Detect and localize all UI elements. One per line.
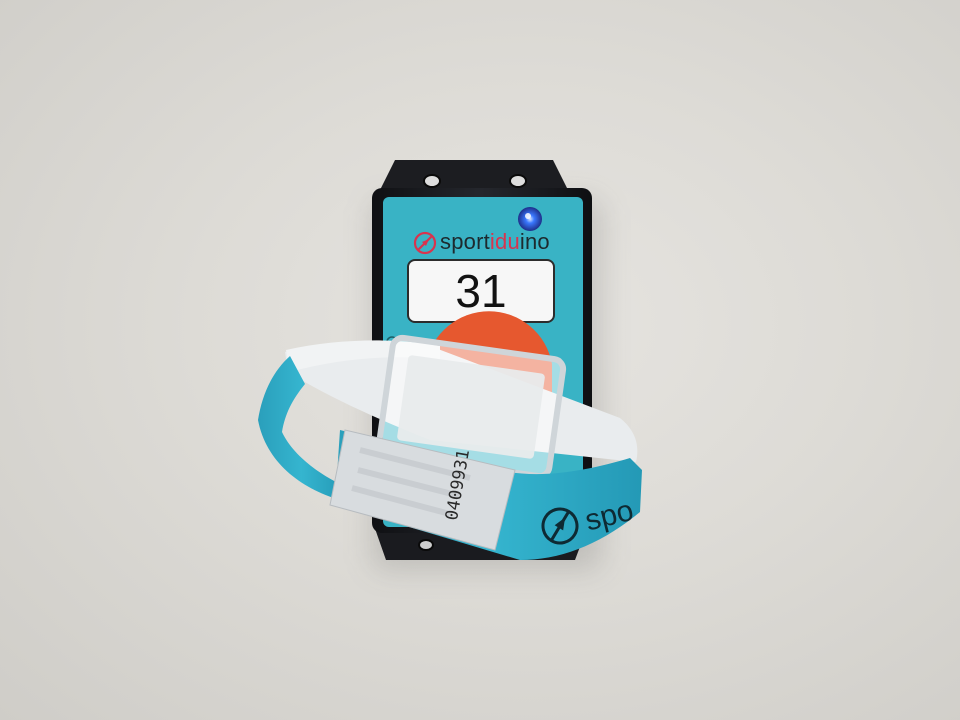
station-device	[258, 160, 642, 560]
mount-hole-right	[509, 174, 527, 188]
mount-hole-bottom	[418, 539, 434, 551]
photo-scene: sportiduino 31 0409931 spor	[0, 0, 960, 720]
mounting-flange-top	[380, 160, 568, 190]
status-led	[518, 207, 542, 231]
mount-hole-left	[423, 174, 441, 188]
